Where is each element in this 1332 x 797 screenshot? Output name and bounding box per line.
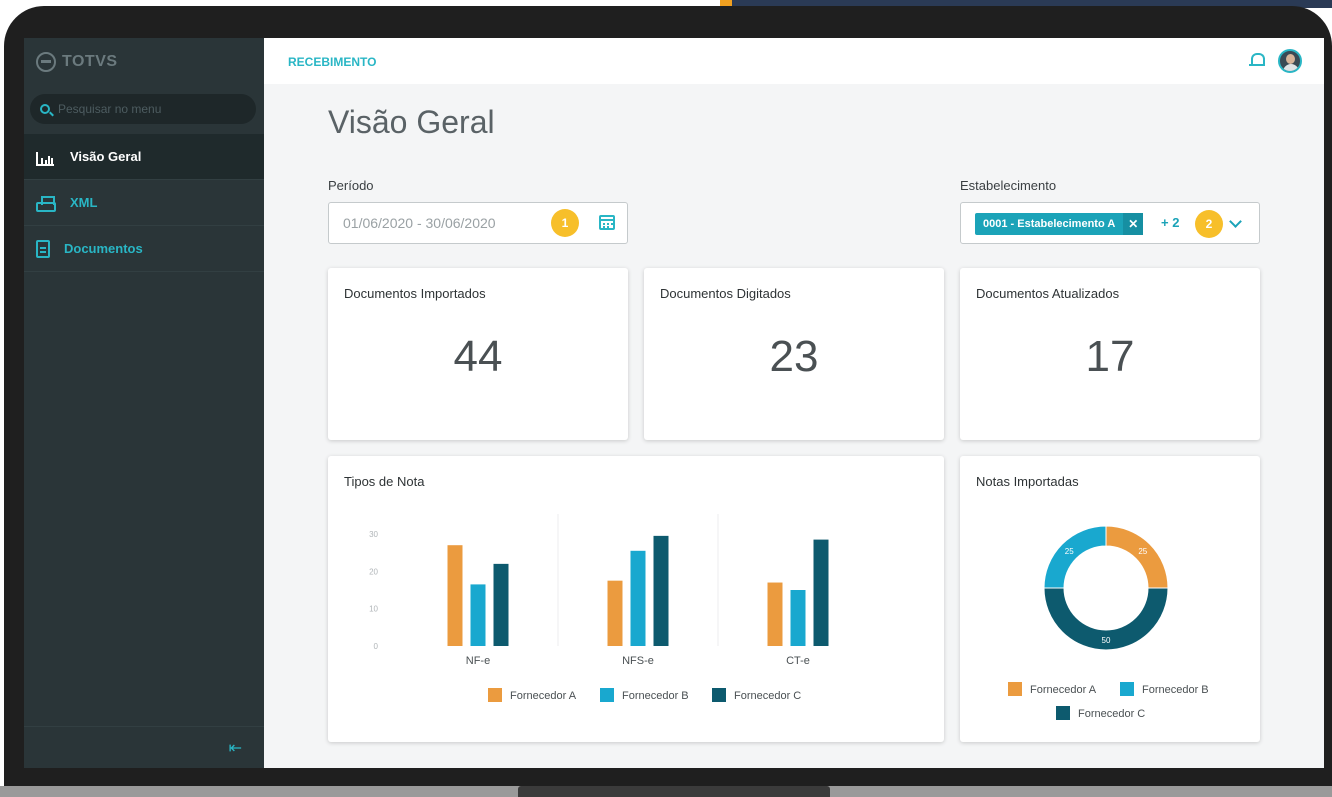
slice-fornecedor-a bbox=[1105, 525, 1169, 589]
legend-swatch bbox=[1056, 706, 1070, 720]
establishment-label: Estabelecimento bbox=[960, 178, 1057, 193]
legend-swatch bbox=[600, 688, 614, 702]
collapse-menu-button[interactable]: ⇤ bbox=[24, 726, 264, 768]
menu-search-input[interactable] bbox=[58, 102, 238, 116]
user-avatar-icon[interactable] bbox=[1278, 49, 1302, 73]
sidebar-item-visao-geral[interactable]: Visão Geral bbox=[24, 134, 264, 180]
legend-swatch bbox=[1120, 682, 1134, 696]
donut-chart: 25 50 25 Fornecedor A Fornecedor B Fornecedor… bbox=[1008, 525, 1209, 720]
menu-search[interactable] bbox=[30, 94, 256, 124]
kpi-title: Documentos Digitados bbox=[660, 286, 791, 301]
chart-card-tipos-de-nota: Tipos de Nota 0 10 20 30 NF-e NFS-e CT-e Fornec… bbox=[328, 456, 944, 742]
sidebar-item-label: Documentos bbox=[64, 241, 143, 256]
kpi-card-importados: Documentos Importados 44 bbox=[328, 268, 628, 440]
app-screen: TOTVS Visão Geral XML Documentos ⇤ bbox=[24, 38, 1324, 768]
brand-logo-text: TOTVS bbox=[62, 53, 118, 70]
more-selected-count: + 2 bbox=[1161, 215, 1180, 230]
legend-label: Fornecedor C bbox=[734, 690, 801, 702]
establishment-chip: 0001 - Estabelecimento A ✕ bbox=[975, 213, 1144, 235]
kpi-title: Documentos Atualizados bbox=[976, 286, 1120, 301]
slice-value-label: 50 bbox=[1102, 636, 1111, 645]
kpi-card-digitados: Documentos Digitados 23 bbox=[644, 268, 944, 440]
calendar-icon[interactable] bbox=[599, 215, 615, 230]
sidebar: TOTVS Visão Geral XML Documentos ⇤ bbox=[24, 38, 264, 768]
slice-fornecedor-b bbox=[1043, 525, 1107, 589]
brand-logo: TOTVS bbox=[36, 52, 118, 72]
bar-chart-icon bbox=[36, 148, 56, 166]
bar-fornecedor-c bbox=[813, 539, 829, 646]
legend-label: Fornecedor C bbox=[1078, 708, 1145, 720]
document-icon bbox=[36, 239, 50, 258]
legend-label: Fornecedor A bbox=[1030, 684, 1097, 696]
y-tick-label: 10 bbox=[369, 605, 378, 614]
legend-swatch bbox=[712, 688, 726, 702]
printer-icon bbox=[36, 195, 56, 212]
module-name[interactable]: RECEBIMENTO bbox=[288, 55, 376, 69]
legend-label: Fornecedor B bbox=[622, 690, 689, 702]
bar-fornecedor-a bbox=[447, 545, 463, 646]
sidebar-item-label: Visão Geral bbox=[70, 149, 142, 164]
period-date-range-field[interactable]: 01/06/2020 - 30/06/2020 1 bbox=[328, 202, 628, 244]
kpi-value: 23 bbox=[769, 332, 819, 381]
x-tick-label: NF-e bbox=[466, 655, 490, 667]
sidebar-item-documentos[interactable]: Documentos bbox=[24, 226, 264, 272]
legend-label: Fornecedor A bbox=[510, 690, 577, 702]
search-icon bbox=[40, 104, 50, 114]
kpi-value: 44 bbox=[453, 332, 503, 381]
device-stand bbox=[518, 786, 830, 797]
sidebar-menu: Visão Geral XML Documentos bbox=[24, 134, 264, 272]
sidebar-item-xml[interactable]: XML bbox=[24, 180, 264, 226]
x-tick-label: CT-e bbox=[786, 655, 810, 667]
bar-fornecedor-a bbox=[607, 580, 623, 646]
chevron-down-icon[interactable] bbox=[1229, 215, 1242, 228]
bar-fornecedor-c bbox=[653, 535, 669, 646]
totvs-logo-icon bbox=[36, 52, 56, 72]
slice-value-label: 25 bbox=[1138, 547, 1147, 556]
kpi-title: Documentos Importados bbox=[344, 286, 486, 301]
legend-label: Fornecedor B bbox=[1142, 684, 1209, 696]
top-bar: RECEBIMENTO bbox=[264, 38, 1324, 84]
chip-close-icon[interactable]: ✕ bbox=[1123, 213, 1144, 235]
kpi-value: 17 bbox=[1085, 332, 1135, 381]
kpi-card-atualizados: Documentos Atualizados 17 bbox=[960, 268, 1260, 440]
y-tick-label: 30 bbox=[369, 530, 378, 539]
y-tick-label: 0 bbox=[374, 642, 379, 651]
establishment-select[interactable]: 0001 - Estabelecimento A ✕ + 2 2 bbox=[960, 202, 1260, 244]
bar-fornecedor-b bbox=[630, 550, 646, 646]
period-value: 01/06/2020 - 30/06/2020 bbox=[343, 215, 496, 231]
page-title: Visão Geral bbox=[328, 104, 495, 140]
bar-fornecedor-b bbox=[470, 584, 486, 646]
x-tick-label: NFS-e bbox=[622, 655, 654, 667]
collapse-menu-icon: ⇤ bbox=[228, 739, 242, 757]
step-badge-1: 1 bbox=[551, 209, 579, 237]
slice-value-label: 25 bbox=[1065, 547, 1074, 556]
bar-chart: 0 10 20 30 NF-e NFS-e CT-e Fornecedor A Forneced… bbox=[369, 514, 829, 702]
legend-swatch bbox=[1008, 682, 1022, 696]
bar-fornecedor-b bbox=[790, 590, 806, 646]
period-label: Período bbox=[328, 178, 374, 193]
chip-label: 0001 - Estabelecimento A bbox=[983, 218, 1116, 230]
legend-swatch bbox=[488, 688, 502, 702]
y-tick-label: 20 bbox=[369, 567, 378, 576]
step-badge-2: 2 bbox=[1195, 210, 1223, 238]
bar-fornecedor-c bbox=[493, 563, 509, 646]
bar-fornecedor-a bbox=[767, 582, 783, 646]
bell-icon[interactable] bbox=[1249, 52, 1265, 68]
sidebar-item-label: XML bbox=[70, 195, 98, 210]
chart-card-notas-importadas: Notas Importadas 25 50 25 Fornecedor A Forne… bbox=[960, 456, 1260, 742]
